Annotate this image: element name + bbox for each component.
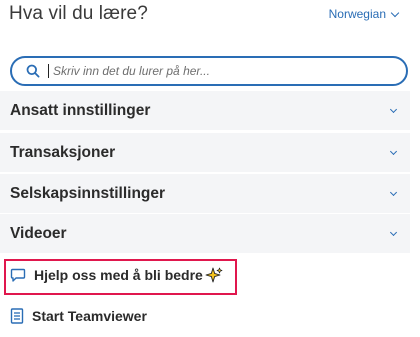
section-videoer[interactable]: Videoer (0, 214, 410, 253)
search-bar[interactable] (10, 56, 408, 86)
feedback-link-label: Hjelp oss med å bli bedre (34, 267, 203, 283)
text-cursor (48, 64, 49, 78)
section-label: Transaksjoner (10, 143, 116, 161)
teamviewer-link[interactable]: Start Teamviewer (10, 308, 147, 324)
document-icon (10, 308, 24, 324)
section-label: Videoer (10, 224, 67, 242)
section-label: Ansatt innstillinger (10, 101, 151, 119)
feedback-link[interactable]: Hjelp oss med å bli bedre (10, 267, 223, 283)
chat-bubble-icon (10, 268, 26, 282)
section-selskapsinnstillinger[interactable]: Selskapsinnstillinger (0, 174, 410, 213)
search-input[interactable] (53, 64, 393, 78)
chevron-down-icon (389, 228, 398, 236)
section-label: Selskapsinnstillinger (10, 184, 166, 202)
language-label: Norwegian (328, 7, 386, 21)
section-ansatt-innstillinger[interactable]: Ansatt innstillinger (0, 91, 410, 130)
chevron-down-icon (390, 8, 400, 17)
chevron-down-icon (389, 188, 398, 196)
chevron-down-icon (389, 105, 398, 113)
help-panel: Hva vil du lære? Norwegian Ansatt innsti… (0, 0, 420, 337)
section-transaksjoner[interactable]: Transaksjoner (0, 133, 410, 172)
sparkles-icon (205, 267, 223, 283)
page-title: Hva vil du lære? (9, 3, 148, 24)
teamviewer-link-label: Start Teamviewer (32, 308, 147, 324)
language-selector[interactable]: Norwegian (328, 7, 400, 21)
search-icon (26, 64, 40, 78)
chevron-down-icon (389, 147, 398, 155)
